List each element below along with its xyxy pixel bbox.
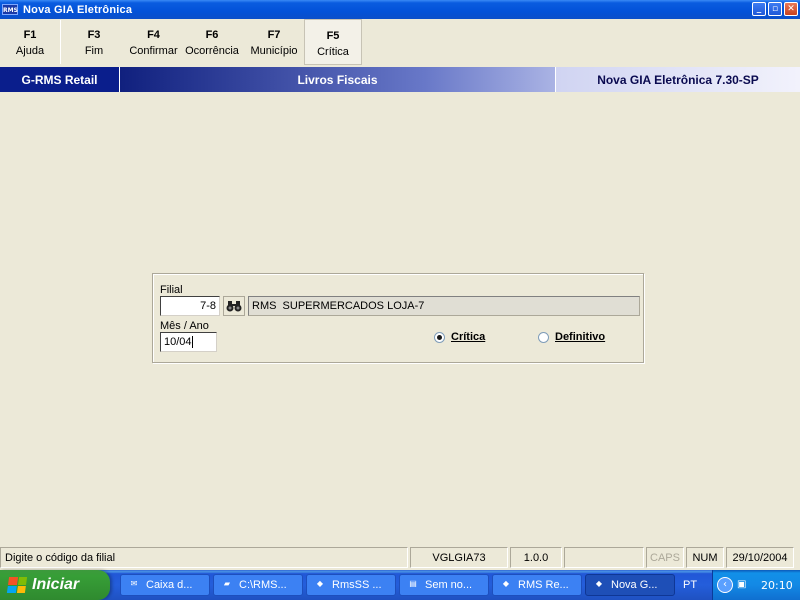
help-key: F1 (23, 29, 37, 41)
close-button[interactable]: ✕ (784, 2, 798, 16)
task-label: C:\RMS... (239, 579, 287, 591)
exit-label: Fim (84, 45, 104, 57)
status-empty (564, 547, 644, 568)
start-label: Iniciar (32, 576, 80, 593)
critica-button[interactable]: F5 Crítica (304, 19, 362, 65)
task-explorer[interactable]: ▰ C:\RMS... (213, 574, 303, 596)
module-title: Livros Fiscais (120, 67, 556, 92)
minimize-button[interactable]: _ (752, 2, 766, 16)
rms-app-icon: ◆ (502, 579, 510, 588)
task-label: Nova G... (611, 579, 658, 591)
occurrence-key: F6 (205, 29, 219, 41)
occurrence-label: Ocorrência (185, 45, 239, 57)
task-rmsss[interactable]: ◆ RmsSS ... (306, 574, 396, 596)
windows-logo-icon (6, 577, 28, 593)
status-caps: CAPS (646, 547, 684, 568)
app-version-title: Nova GIA Eletrônica 7.30-SP (556, 67, 800, 92)
critica-label: Crítica (317, 46, 349, 58)
filial-value: 7-8 (200, 300, 216, 312)
task-label: RMS Re... (518, 579, 569, 591)
confirm-key: F4 (147, 29, 160, 41)
filial-input[interactable]: 7-8 (160, 296, 220, 316)
task-inbox[interactable]: ✉ Caixa d... (120, 574, 210, 596)
mes-ano-input[interactable]: 10/04 (160, 332, 217, 352)
network-icon[interactable]: ▣ (737, 579, 751, 591)
rms-app-icon: ◆ (595, 579, 603, 588)
binoculars-icon (226, 301, 242, 312)
filial-label: Filial (160, 284, 183, 296)
municipality-button[interactable]: F7 Município (244, 19, 304, 65)
binoculars-lookup-button[interactable] (223, 296, 245, 316)
exit-button[interactable]: F3 Fim (61, 19, 127, 65)
notepad-icon: ▤ (409, 579, 417, 588)
confirm-label: Confirmar (129, 45, 178, 57)
function-toolbar: F1 Ajuda F3 Fim F4 Confirmar F6 Ocorrênc… (0, 19, 800, 66)
mes-ano-value: 10/04 (164, 336, 192, 348)
radio-critica[interactable]: Crítica (434, 331, 485, 343)
language-indicator[interactable]: PT (683, 579, 697, 591)
radio-definitivo[interactable]: Definitivo (538, 331, 605, 343)
status-program: VGLGIA73 (410, 547, 508, 568)
maximize-button[interactable]: ▫ (768, 2, 782, 16)
app-icon: RMS (2, 4, 18, 15)
filial-name-display: RMS SUPERMERCADOS LOJA-7 (248, 296, 640, 316)
filter-panel: Filial 7-8 RMS SUPERMERCADOS LOJA-7 Mês … (152, 273, 644, 363)
status-bar: Digite o código da filial VGLGIA73 1.0.0… (0, 547, 800, 569)
radio-critica-label: Crítica (451, 331, 486, 343)
product-name: G-RMS Retail (0, 67, 120, 92)
mes-ano-label: Mês / Ano (160, 320, 209, 332)
confirm-button[interactable]: F4 Confirmar (127, 19, 180, 65)
status-message: Digite o código da filial (0, 547, 408, 568)
chevron-left-icon[interactable]: ‹ (717, 577, 733, 593)
municipality-key: F7 (267, 29, 281, 41)
text-caret (191, 336, 193, 349)
taskbar-tasks: ✉ Caixa d... ▰ C:\RMS... ◆ RmsSS ... ▤ S… (120, 574, 675, 596)
taskbar: Iniciar ✉ Caixa d... ▰ C:\RMS... ◆ RmsSS… (0, 570, 800, 600)
title-bar[interactable]: RMS Nova GIA Eletrônica _ ▫ ✕ (0, 0, 800, 19)
task-notepad[interactable]: ▤ Sem no... (399, 574, 489, 596)
occurrence-button[interactable]: F6 Ocorrência (180, 19, 244, 65)
task-label: RmsSS ... (332, 579, 382, 591)
task-label: Sem no... (425, 579, 473, 591)
critica-key: F5 (326, 30, 340, 42)
inbox-icon: ✉ (130, 579, 138, 588)
clock[interactable]: 20:10 (761, 579, 793, 592)
status-version: 1.0.0 (510, 547, 562, 568)
task-rms-retail[interactable]: ◆ RMS Re... (492, 574, 582, 596)
start-button[interactable]: Iniciar (0, 570, 110, 600)
radio-definitivo-dot[interactable] (538, 331, 549, 343)
municipality-label: Município (250, 45, 298, 57)
task-nova-gia[interactable]: ◆ Nova G... (585, 574, 675, 596)
folder-icon: ▰ (223, 579, 231, 588)
status-date: 29/10/2004 (726, 547, 794, 568)
help-label: Ajuda (15, 45, 45, 57)
task-label: Caixa d... (146, 579, 193, 591)
rms-app-icon: ◆ (316, 579, 324, 588)
filial-name-text: RMS SUPERMERCADOS LOJA-7 (252, 300, 425, 312)
radio-critica-dot[interactable] (434, 331, 445, 343)
status-num: NUM (686, 547, 724, 568)
system-tray: ‹ ▣ 20:10 (712, 570, 800, 600)
window-title: Nova GIA Eletrônica (23, 3, 133, 16)
exit-key: F3 (87, 29, 101, 41)
help-button[interactable]: F1 Ajuda (0, 19, 60, 65)
radio-definitivo-label: Definitivo (555, 331, 606, 343)
header-band: G-RMS Retail Livros Fiscais Nova GIA Ele… (0, 67, 800, 92)
